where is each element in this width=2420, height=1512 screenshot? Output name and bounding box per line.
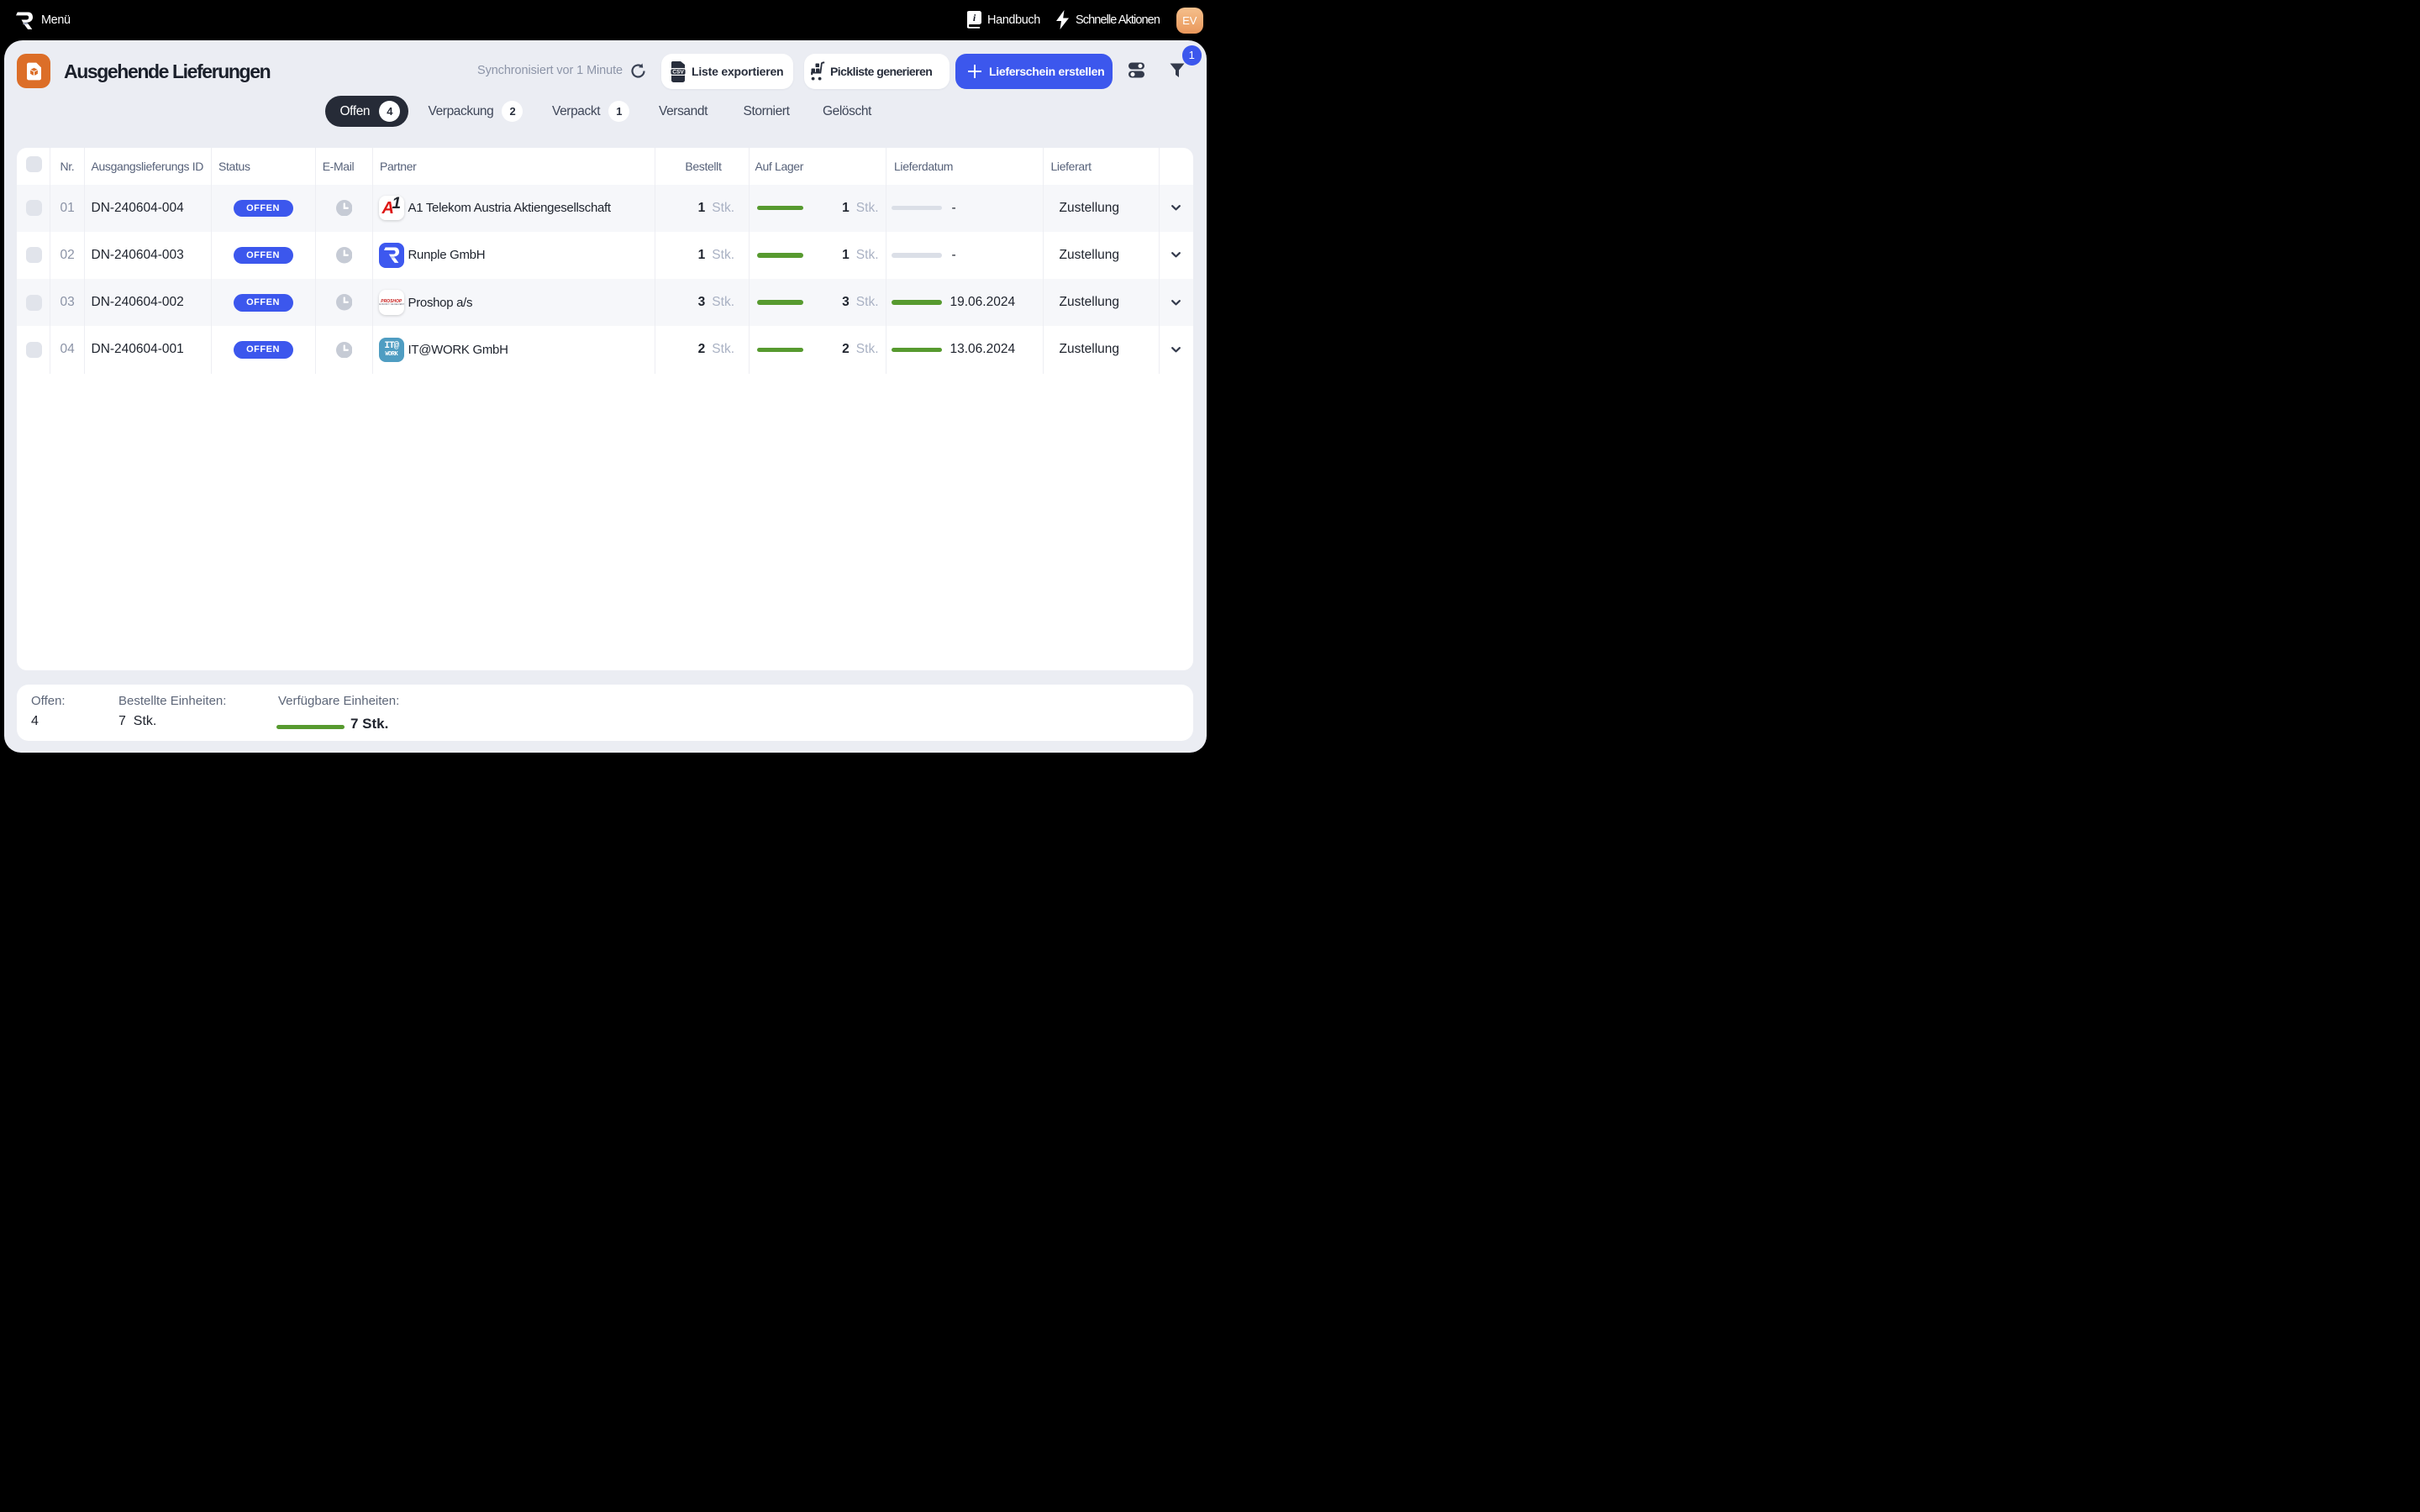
svg-text:CSV: CSV	[672, 69, 684, 75]
